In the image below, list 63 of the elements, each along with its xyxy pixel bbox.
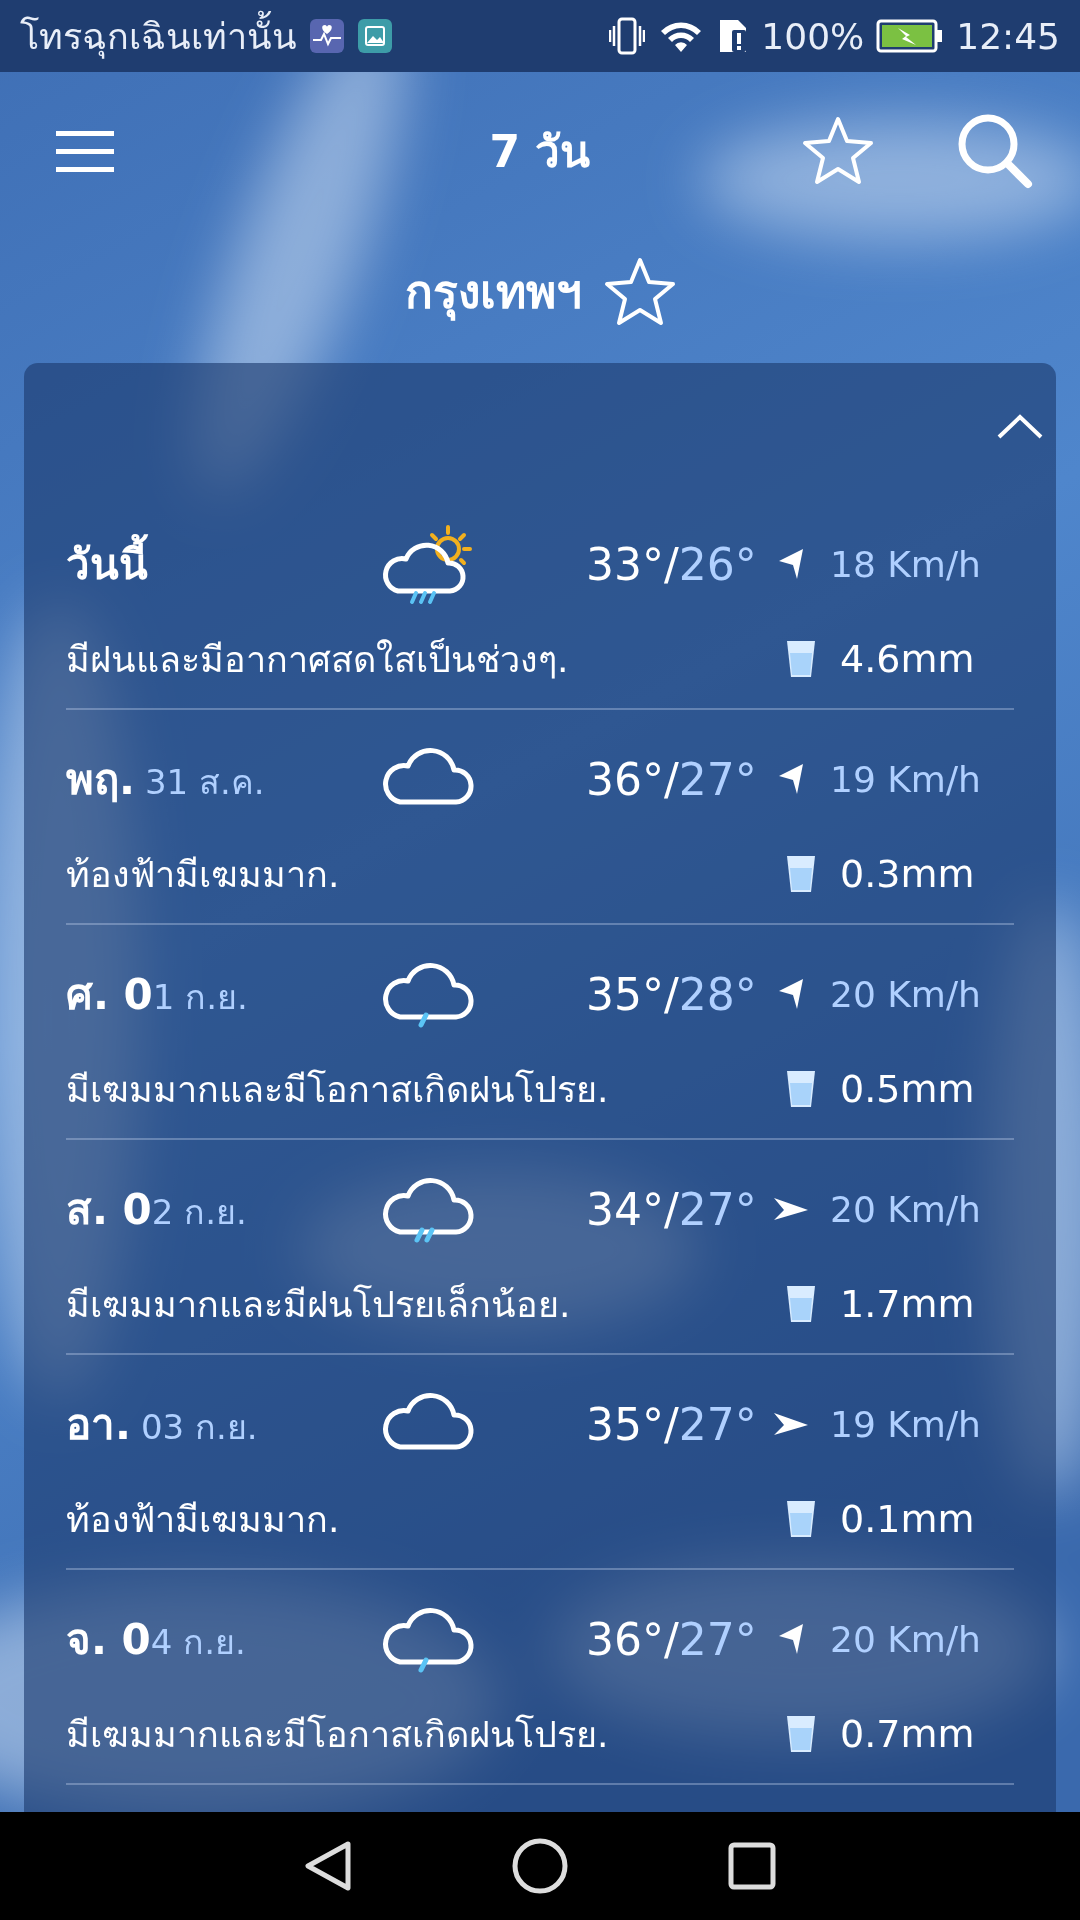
clock-text: 12:45 [956,15,1060,57]
recents-button[interactable] [728,1842,776,1890]
back-triangle-icon [304,1840,352,1892]
day-label: พฤ. [66,754,135,806]
weather-description: มีเฆมมากและมีฝนโปรยเล็กน้อย. [66,1282,572,1327]
battery-icon [876,19,945,53]
date-label: 2 ก.ย. [151,1191,247,1234]
date-label: 1 ก.ย. [152,976,248,1019]
day-label: ศ. 0 [66,969,153,1021]
cup-icon [785,1284,817,1324]
carrier-text: โทรฉุกเฉินเท่านั้น [20,7,297,65]
back-button[interactable] [304,1840,352,1892]
battery-percent: 100% [761,15,865,57]
weather-description: ท้องฟ้ามีเฆมมาก. [66,852,341,897]
date-label: 4 ก.ย. [150,1621,246,1664]
wind-speed: 20 Km/h [830,1188,981,1230]
day-label: จ. 0 [66,1614,151,1666]
home-button[interactable] [512,1838,568,1894]
recents-square-icon [728,1842,776,1890]
screen-title: 7 วัน [489,126,591,177]
weather-description: มีเฆมมากและมีโอกาสเกิดฝนโปรย. [66,1067,610,1112]
star-icon [802,115,874,187]
rain-amount: 0.7mm [840,1712,975,1756]
date-label: 03 ก.ย. [140,1406,258,1449]
collapse-button[interactable] [996,413,1044,441]
star-icon [603,255,676,328]
rain-amount: 0.1mm [840,1497,975,1541]
favorite-city-button[interactable] [603,255,676,328]
weather-description: มีเฆมมากและมีโอกาสเกิดฝนโปรย. [66,1712,610,1757]
date-label: 31 ส.ค. [144,761,265,804]
rain-amount: 1.7mm [840,1282,975,1326]
rain-amount: 0.5mm [840,1067,975,1111]
temperature-range: 35°/28° [586,968,757,1020]
vibrate-icon [609,16,646,56]
weather-description: ท้องฟ้ามีเฆมมาก. [66,1497,341,1542]
health-app-icon [309,18,345,54]
home-circle-icon [512,1838,568,1894]
day-label: ส. 0 [66,1184,152,1236]
cup-icon [785,1069,817,1109]
wind-speed: 18 Km/h [830,543,981,585]
chevron-up-icon [996,413,1044,441]
city-name: กรุงเทพฯ [404,264,582,323]
day-label: วันนี้ [66,531,148,597]
wind-speed: 20 Km/h [830,973,981,1015]
rain-amount: 0.3mm [840,852,975,896]
gallery-app-icon [357,18,393,54]
cup-icon [785,1714,817,1754]
cup-icon [785,639,817,679]
wind-speed: 20 Km/h [830,1618,981,1660]
wind-speed: 19 Km/h [830,758,981,800]
rain-amount: 4.6mm [840,637,975,681]
temperature-range: 33°/26° [586,538,757,590]
day-label: อา. [66,1399,131,1451]
search-icon [956,112,1034,190]
temperature-range: 36°/27° [586,1613,757,1665]
weather-description: มีฝนและมีอากาศสดใสเป็นช่วงๆ. [66,637,570,682]
temperature-range: 34°/27° [586,1183,757,1235]
cup-icon [785,854,817,894]
wind-speed: 19 Km/h [830,1403,981,1445]
temperature-range: 35°/27° [586,1398,757,1450]
cup-icon [785,1499,817,1539]
menu-icon [56,130,114,172]
temperature-range: 36°/27° [586,753,757,805]
